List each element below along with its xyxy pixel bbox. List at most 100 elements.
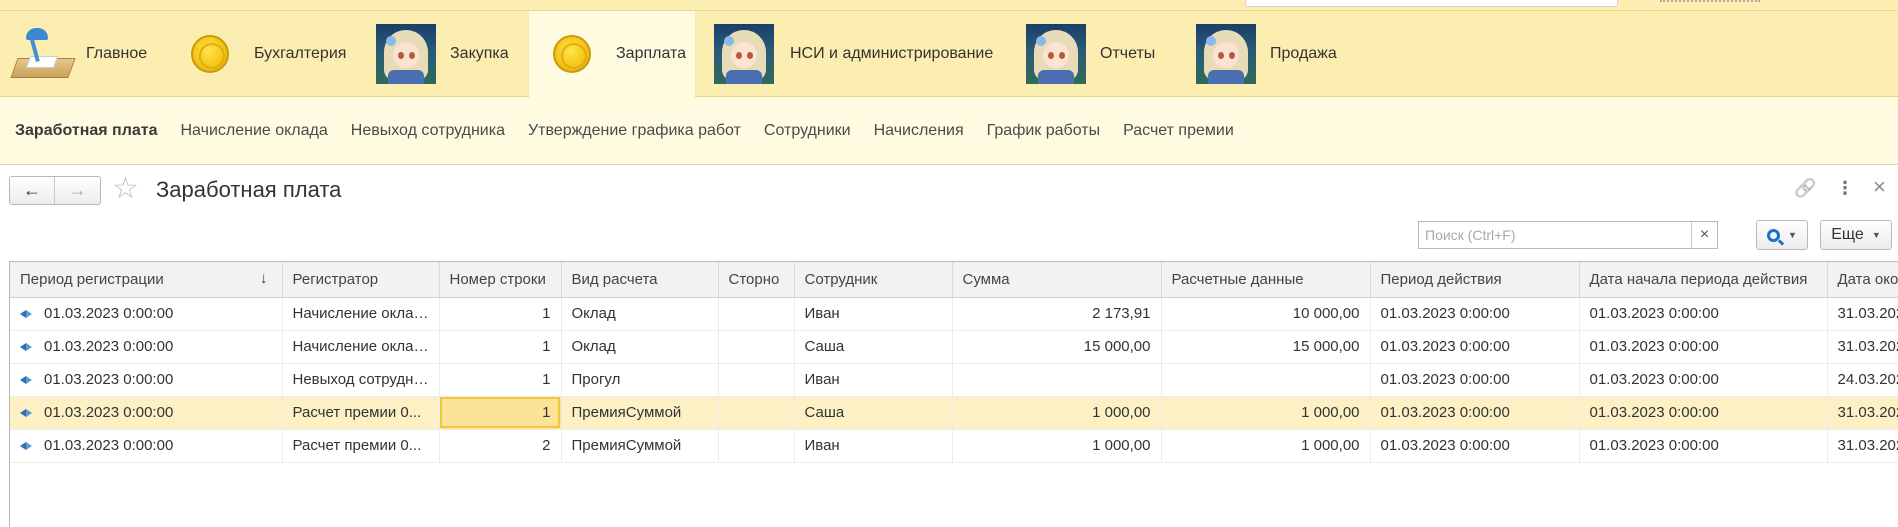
- table-row[interactable]: 01.03.2023 0:00:00 Расчет премии 0... 1 Пре…: [10, 396, 1898, 430]
- table-cell[interactable]: Начисление оклада: [282, 297, 440, 331]
- table-cell[interactable]: 2: [439, 429, 562, 463]
- column-header[interactable]: Период регистрации ↓: [10, 262, 283, 298]
- table-cell[interactable]: 31.03.2023: [1827, 429, 1898, 463]
- command-work-schedule[interactable]: График работы: [987, 122, 1100, 140]
- table-cell[interactable]: Иван: [794, 363, 953, 397]
- link-icon[interactable]: 🔗: [1794, 178, 1816, 199]
- column-header[interactable]: Расчетные данные: [1161, 262, 1371, 298]
- table-cell[interactable]: [1161, 363, 1371, 397]
- section-accounting[interactable]: Бухгалтерия: [180, 11, 352, 97]
- table-row[interactable]: 01.03.2023 0:00:00 Невыход сотрудника 1 Про…: [10, 363, 1898, 397]
- command-salary[interactable]: Заработная плата: [15, 122, 158, 140]
- table-cell[interactable]: 1: [439, 330, 562, 364]
- section-purchase[interactable]: Закупка: [376, 11, 516, 97]
- table-cell[interactable]: [718, 330, 795, 364]
- table-cell[interactable]: Невыход сотрудника: [282, 363, 440, 397]
- table-cell[interactable]: Оклад: [561, 297, 719, 331]
- table-cell[interactable]: 01.03.2023 0:00:00: [1370, 396, 1580, 430]
- command-accruals[interactable]: Начисления: [874, 122, 964, 140]
- table-cell[interactable]: 01.03.2023 0:00:00: [10, 429, 283, 463]
- close-icon[interactable]: ×: [1873, 174, 1886, 200]
- register-table[interactable]: Период регистрации ↓ Регистратор Номер ст…: [9, 261, 1898, 527]
- table-cell[interactable]: 01.03.2023 0:00:00: [1579, 396, 1828, 430]
- table-row[interactable]: 01.03.2023 0:00:00 Начисление оклада 1 Окла…: [10, 330, 1898, 364]
- table-cell[interactable]: 31.03.2023: [1827, 330, 1898, 364]
- table-cell[interactable]: 01.03.2023 0:00:00: [1579, 330, 1828, 364]
- table-cell[interactable]: Саша: [794, 396, 953, 430]
- table-cell[interactable]: 1 000,00: [952, 429, 1162, 463]
- favorite-star-icon[interactable]: ☆: [112, 174, 139, 204]
- table-cell[interactable]: Оклад: [561, 330, 719, 364]
- table-cell[interactable]: 01.03.2023 0:00:00: [1370, 297, 1580, 331]
- command-employee-absence[interactable]: Невыход сотрудника: [351, 122, 505, 140]
- command-schedule-approval[interactable]: Утверждение графика работ: [528, 122, 741, 140]
- clear-icon[interactable]: ×: [1691, 222, 1717, 248]
- table-row[interactable]: 01.03.2023 0:00:00 Расчет премии 0... 2 Пре…: [10, 429, 1898, 463]
- table-cell[interactable]: 01.03.2023 0:00:00: [10, 363, 283, 397]
- table-cell[interactable]: 01.03.2023 0:00:00: [1579, 429, 1828, 463]
- section-label: Бухгалтерия: [254, 45, 347, 62]
- table-cell[interactable]: 1: [439, 396, 562, 430]
- column-header[interactable]: Период действия: [1370, 262, 1580, 298]
- section-nsi-admin[interactable]: НСИ и администрирование: [714, 11, 1014, 97]
- table-cell[interactable]: 01.03.2023 0:00:00: [1579, 363, 1828, 397]
- table-cell[interactable]: 01.03.2023 0:00:00: [1370, 363, 1580, 397]
- table-cell[interactable]: 01.03.2023 0:00:00: [1579, 297, 1828, 331]
- table-cell[interactable]: 31.03.2023: [1827, 396, 1898, 430]
- table-cell[interactable]: 31.03.2023: [1827, 297, 1898, 331]
- more-button[interactable]: Еще ▼: [1820, 220, 1892, 250]
- more-actions-icon[interactable]: ⋮: [1836, 178, 1854, 199]
- table-cell[interactable]: ПремияСуммой: [561, 396, 719, 430]
- table-cell[interactable]: 1 000,00: [952, 396, 1162, 430]
- column-header[interactable]: Регистратор: [282, 262, 440, 298]
- table-cell[interactable]: Расчет премии 0...: [282, 396, 440, 430]
- search-button[interactable]: ▼: [1756, 220, 1808, 250]
- table-cell[interactable]: 1: [439, 363, 562, 397]
- column-header[interactable]: Номер строки: [439, 262, 562, 298]
- column-header[interactable]: Сумма: [952, 262, 1162, 298]
- table-cell[interactable]: 01.03.2023 0:00:00: [10, 396, 283, 430]
- table-cell[interactable]: 15 000,00: [1161, 330, 1371, 364]
- column-header[interactable]: Сторно: [718, 262, 795, 298]
- table-cell[interactable]: Начисление оклада: [282, 330, 440, 364]
- table-cell[interactable]: [718, 429, 795, 463]
- section-sales[interactable]: Продажа: [1196, 11, 1356, 97]
- global-search-input[interactable]: [1245, 0, 1618, 7]
- column-header[interactable]: Сотрудник: [794, 262, 953, 298]
- command-salary-accrual[interactable]: Начисление оклада: [181, 122, 328, 140]
- table-cell[interactable]: [718, 363, 795, 397]
- table-cell[interactable]: 15 000,00: [952, 330, 1162, 364]
- table-cell[interactable]: Иван: [794, 429, 953, 463]
- section-reports[interactable]: Отчеты: [1026, 11, 1176, 97]
- table-cell[interactable]: 1 000,00: [1161, 396, 1371, 430]
- column-header[interactable]: Вид расчета: [561, 262, 719, 298]
- table-cell[interactable]: [718, 297, 795, 331]
- table-cell[interactable]: Прогул: [561, 363, 719, 397]
- table-cell[interactable]: 01.03.2023 0:00:00: [10, 330, 283, 364]
- table-cell[interactable]: ПремияСуммой: [561, 429, 719, 463]
- section-main[interactable]: Главное: [10, 11, 162, 97]
- command-employees[interactable]: Сотрудники: [764, 122, 851, 140]
- table-cell[interactable]: 10 000,00: [1161, 297, 1371, 331]
- forward-arrow-icon[interactable]: →: [55, 177, 100, 204]
- table-cell[interactable]: Саша: [794, 330, 953, 364]
- command-bonus-calculation[interactable]: Расчет премии: [1123, 122, 1234, 140]
- column-header[interactable]: Дата окончания периода действия: [1827, 262, 1898, 298]
- column-header[interactable]: Дата начала периода действия: [1579, 262, 1828, 298]
- commands-panel: Заработная плата Начисление оклада Невых…: [0, 97, 1898, 165]
- search-input[interactable]: [1419, 222, 1691, 248]
- table-cell[interactable]: 1 000,00: [1161, 429, 1371, 463]
- table-cell[interactable]: 1: [439, 297, 562, 331]
- table-row[interactable]: 01.03.2023 0:00:00 Начисление оклада 1 Окла…: [10, 297, 1898, 331]
- section-salary[interactable]: Зарплата: [529, 11, 695, 97]
- table-cell[interactable]: [718, 396, 795, 430]
- table-cell[interactable]: 2 173,91: [952, 297, 1162, 331]
- table-cell[interactable]: Расчет премии 0...: [282, 429, 440, 463]
- back-arrow-icon[interactable]: ←: [10, 177, 56, 204]
- table-cell[interactable]: 01.03.2023 0:00:00: [1370, 330, 1580, 364]
- table-cell[interactable]: 01.03.2023 0:00:00: [10, 297, 283, 331]
- table-cell[interactable]: [952, 363, 1162, 397]
- table-cell[interactable]: 01.03.2023 0:00:00: [1370, 429, 1580, 463]
- table-cell[interactable]: Иван: [794, 297, 953, 331]
- table-cell[interactable]: 24.03.2023: [1827, 363, 1898, 397]
